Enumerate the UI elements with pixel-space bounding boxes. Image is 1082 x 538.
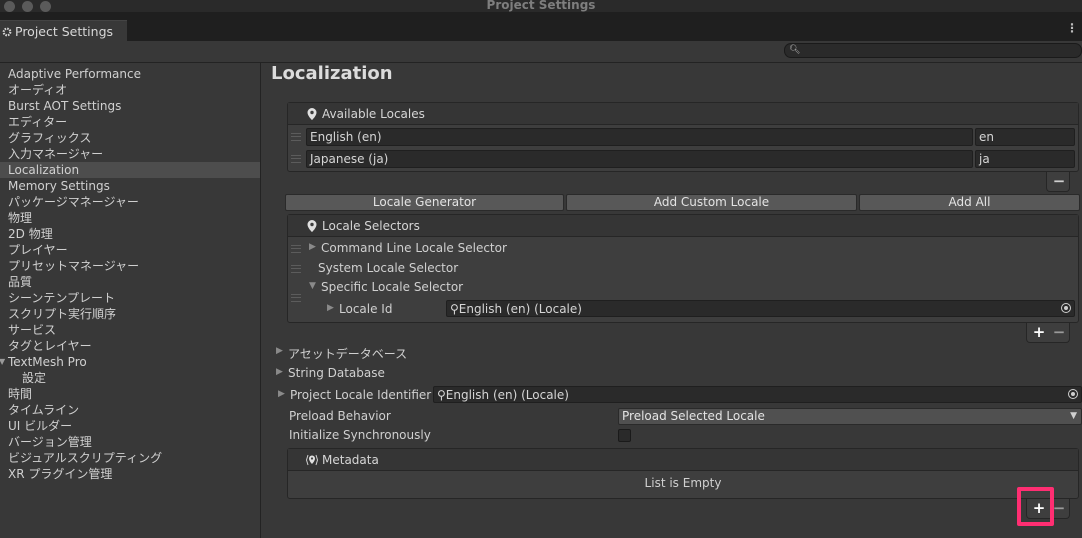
sidebar-item-physics[interactable]: 物理 [0, 210, 260, 226]
expand-arrow-icon[interactable]: ▶ [276, 367, 283, 377]
preload-behavior-label: Preload Behavior [289, 409, 391, 423]
collapse-arrow-icon[interactable]: ▼ [309, 281, 316, 291]
locale-code-field[interactable]: ja [975, 150, 1075, 168]
sidebar-item-burst-aot[interactable]: Burst AOT Settings [0, 98, 260, 114]
sidebar-item-adaptive-performance[interactable]: Adaptive Performance [0, 66, 260, 82]
string-database-foldout[interactable]: String Database [288, 366, 385, 380]
locale-name-field[interactable]: Japanese (ja) [306, 150, 973, 168]
sidebar-item-scene-template[interactable]: シーンテンプレート [0, 290, 260, 306]
sidebar-item-version-control[interactable]: バージョン管理 [0, 434, 260, 450]
object-picker-icon[interactable] [1068, 389, 1078, 399]
expand-arrow-icon[interactable]: ▼ [0, 354, 5, 370]
location-pin-icon: ⚲ [450, 302, 459, 316]
locale-id-label: Locale Id [339, 302, 393, 316]
sidebar-item-services[interactable]: サービス [0, 322, 260, 338]
sidebar-item-input-manager[interactable]: 入力マネージャー [0, 146, 260, 162]
sidebar-item-audio[interactable]: オーディオ [0, 82, 260, 98]
tab-bar [0, 12, 1082, 41]
sidebar-item-localization[interactable]: Localization [0, 162, 260, 178]
metadata-header: Metadata [288, 449, 1078, 471]
metadata-title: Metadata [322, 452, 379, 467]
add-custom-locale-button[interactable]: Add Custom Locale [566, 194, 857, 211]
available-locales-title: Available Locales [322, 106, 425, 121]
page-title: Localization [271, 63, 393, 84]
drag-handle-icon[interactable] [291, 155, 301, 163]
expand-arrow-icon[interactable]: ▶ [327, 303, 334, 313]
drag-handle-icon[interactable] [291, 265, 301, 273]
initialize-synchronously-label: Initialize Synchronously [289, 428, 431, 442]
preload-behavior-dropdown[interactable]: Preload Selected Locale ▼ [618, 408, 1082, 425]
locale-selectors-footer: + − [1026, 323, 1070, 343]
drag-handle-icon[interactable] [291, 133, 301, 141]
sidebar-item-preset-manager[interactable]: プリセットマネージャー [0, 258, 260, 274]
project-locale-value: English (en) (Locale) [445, 388, 569, 402]
initialize-synchronously-checkbox[interactable] [618, 429, 631, 442]
project-locale-identifier-foldout[interactable]: Project Locale Identifier [290, 388, 431, 402]
search-input[interactable]: 🔍︎ [784, 43, 1082, 58]
expand-arrow-icon[interactable]: ▶ [309, 242, 316, 252]
sidebar-item-textmesh-pro[interactable]: ▼ TextMesh Pro [0, 354, 260, 370]
asset-database-foldout[interactable]: アセットデータベース [288, 345, 407, 362]
drag-handle-icon[interactable] [291, 294, 301, 302]
sidebar-item-physics-2d[interactable]: 2D 物理 [0, 226, 260, 242]
object-picker-icon[interactable] [1061, 303, 1071, 313]
location-pin-icon: ⚲ [437, 388, 446, 402]
sidebar-item-tags-and-layers[interactable]: タグとレイヤー [0, 338, 260, 354]
gear-icon [2, 27, 12, 36]
window-titlebar: Project Settings [0, 0, 1082, 12]
locale-selectors-header: Locale Selectors [288, 215, 1078, 237]
sidebar-item-graphics[interactable]: グラフィックス [0, 130, 260, 146]
locale-code-field[interactable]: en [975, 128, 1075, 146]
sidebar-item-editor[interactable]: エディター [0, 114, 260, 130]
sidebar-item-quality[interactable]: 品質 [0, 274, 260, 290]
sidebar-item-visual-scripting[interactable]: ビジュアルスクリプティング [0, 450, 260, 466]
list-empty-message: List is Empty [644, 476, 722, 490]
add-all-button[interactable]: Add All [859, 194, 1080, 211]
sidebar-item-player[interactable]: プレイヤー [0, 242, 260, 258]
locale-id-value: English (en) (Locale) [458, 302, 582, 316]
specific-locale-selector[interactable]: Specific Locale Selector [321, 280, 463, 294]
tab-label: Project Settings [15, 24, 114, 39]
metadata-panel: Metadata List is Empty [287, 448, 1079, 499]
remove-locale-button[interactable]: − [1049, 172, 1069, 190]
search-icon: 🔍︎ [789, 45, 801, 55]
available-locales-header: Available Locales [288, 103, 1078, 125]
locale-id-object-field[interactable]: ⚲English (en) (Locale) [446, 300, 1075, 317]
sidebar-item-script-execution-order[interactable]: スクリプト実行順序 [0, 306, 260, 322]
sidebar-item-ui-builder[interactable]: UI ビルダー [0, 418, 260, 434]
system-locale-selector[interactable]: System Locale Selector [318, 261, 458, 275]
command-line-locale-selector[interactable]: Command Line Locale Selector [321, 241, 507, 255]
sidebar-item-textmesh-settings[interactable]: 設定 [0, 370, 260, 386]
sidebar-item-timeline[interactable]: タイムライン [0, 402, 260, 418]
window-title: Project Settings [486, 0, 596, 12]
available-locales-footer: − [1046, 172, 1070, 192]
location-pin-icon [307, 107, 317, 120]
tab-project-settings[interactable]: Project Settings [0, 20, 127, 42]
more-options-icon[interactable]: ⋮ [1066, 21, 1078, 39]
remove-selector-button[interactable]: − [1049, 323, 1069, 341]
locale-selectors-title: Locale Selectors [322, 218, 420, 233]
expand-arrow-icon[interactable]: ▶ [276, 346, 283, 356]
expand-arrow-icon[interactable]: ▶ [278, 389, 285, 399]
sidebar-item-xr-plugin-management[interactable]: XR プラグイン管理 [0, 466, 260, 482]
sidebar: Adaptive Performance オーディオ Burst AOT Set… [0, 63, 261, 538]
preload-behavior-value: Preload Selected Locale [622, 409, 765, 423]
sidebar-item-time[interactable]: 時間 [0, 386, 260, 402]
dropdown-arrow-icon: ▼ [1070, 411, 1077, 421]
sidebar-item-memory-settings[interactable]: Memory Settings [0, 178, 260, 194]
location-pin-icon [307, 219, 317, 232]
drag-handle-icon[interactable] [291, 245, 301, 253]
sidebar-item-label: TextMesh Pro [8, 355, 87, 369]
metadata-icon [306, 454, 318, 465]
locale-name-field[interactable]: English (en) [306, 128, 973, 146]
add-selector-button[interactable]: + [1029, 323, 1049, 341]
project-locale-object-field[interactable]: ⚲English (en) (Locale) [433, 386, 1082, 403]
locale-generator-button[interactable]: Locale Generator [285, 194, 564, 211]
highlight-box [1017, 487, 1054, 526]
sidebar-item-package-manager[interactable]: パッケージマネージャー [0, 194, 260, 210]
